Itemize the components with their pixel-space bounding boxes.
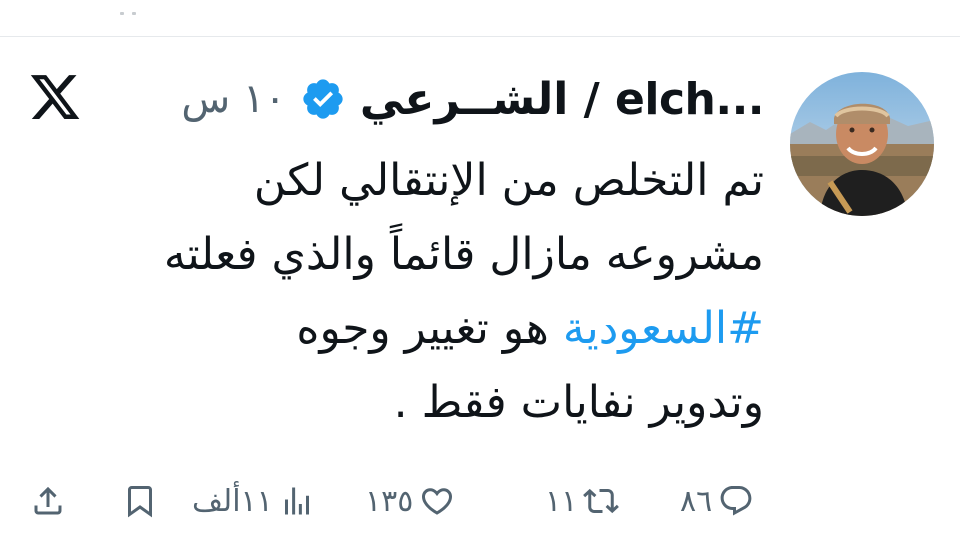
reply-count: ٨٦ [680,483,713,519]
verified-badge-icon [300,76,346,122]
bookmark-button[interactable] [122,476,158,526]
tweet-text-line: وتدوير نفايات فقط . [393,377,764,428]
timestamp[interactable]: ١٠ س [181,76,286,122]
top-edge-dots [120,0,160,15]
like-count: ١٣٥ [365,483,414,519]
action-bar: ٨٦ ١١ ١٣٥ ١١ألف [0,476,960,526]
tweet-text: تم التخلص من الإنتقالي لكن مشروعه مازال … [24,144,764,440]
divider [0,36,960,37]
like-button[interactable]: ١٣٥ [365,476,455,526]
share-icon [34,486,62,515]
views-button[interactable]: ١١ألف [192,476,315,526]
views-icon [284,487,309,515]
hashtag-link[interactable]: #السعودية [563,303,764,354]
share-button[interactable] [30,476,66,526]
views-count: ١١ألف [192,483,273,519]
bookmark-icon [128,486,152,518]
tweet-text-line: تم التخلص من الإنتقالي لكن [253,155,764,206]
reply-button[interactable]: ٨٦ [680,476,754,526]
retweet-icon [583,488,620,514]
x-logo-icon [28,70,82,124]
avatar[interactable] [790,72,934,216]
tweet-text-fragment: هو تغيير وجوه [296,303,549,354]
tweet-text-line: مشروعه مازال قائماً والذي فعلته [163,229,764,280]
heart-icon [422,488,453,515]
tweet-header: الشــرعي / elch... ١٠ س [24,70,764,128]
tweet-text-line: #السعودية هو تغيير وجوه [24,292,764,366]
reply-icon [720,486,752,516]
retweet-count: ١١ [545,483,578,519]
avatar-photo [790,72,934,216]
retweet-button[interactable]: ١١ [545,476,620,526]
display-name[interactable]: الشــرعي / elch... [360,74,765,125]
